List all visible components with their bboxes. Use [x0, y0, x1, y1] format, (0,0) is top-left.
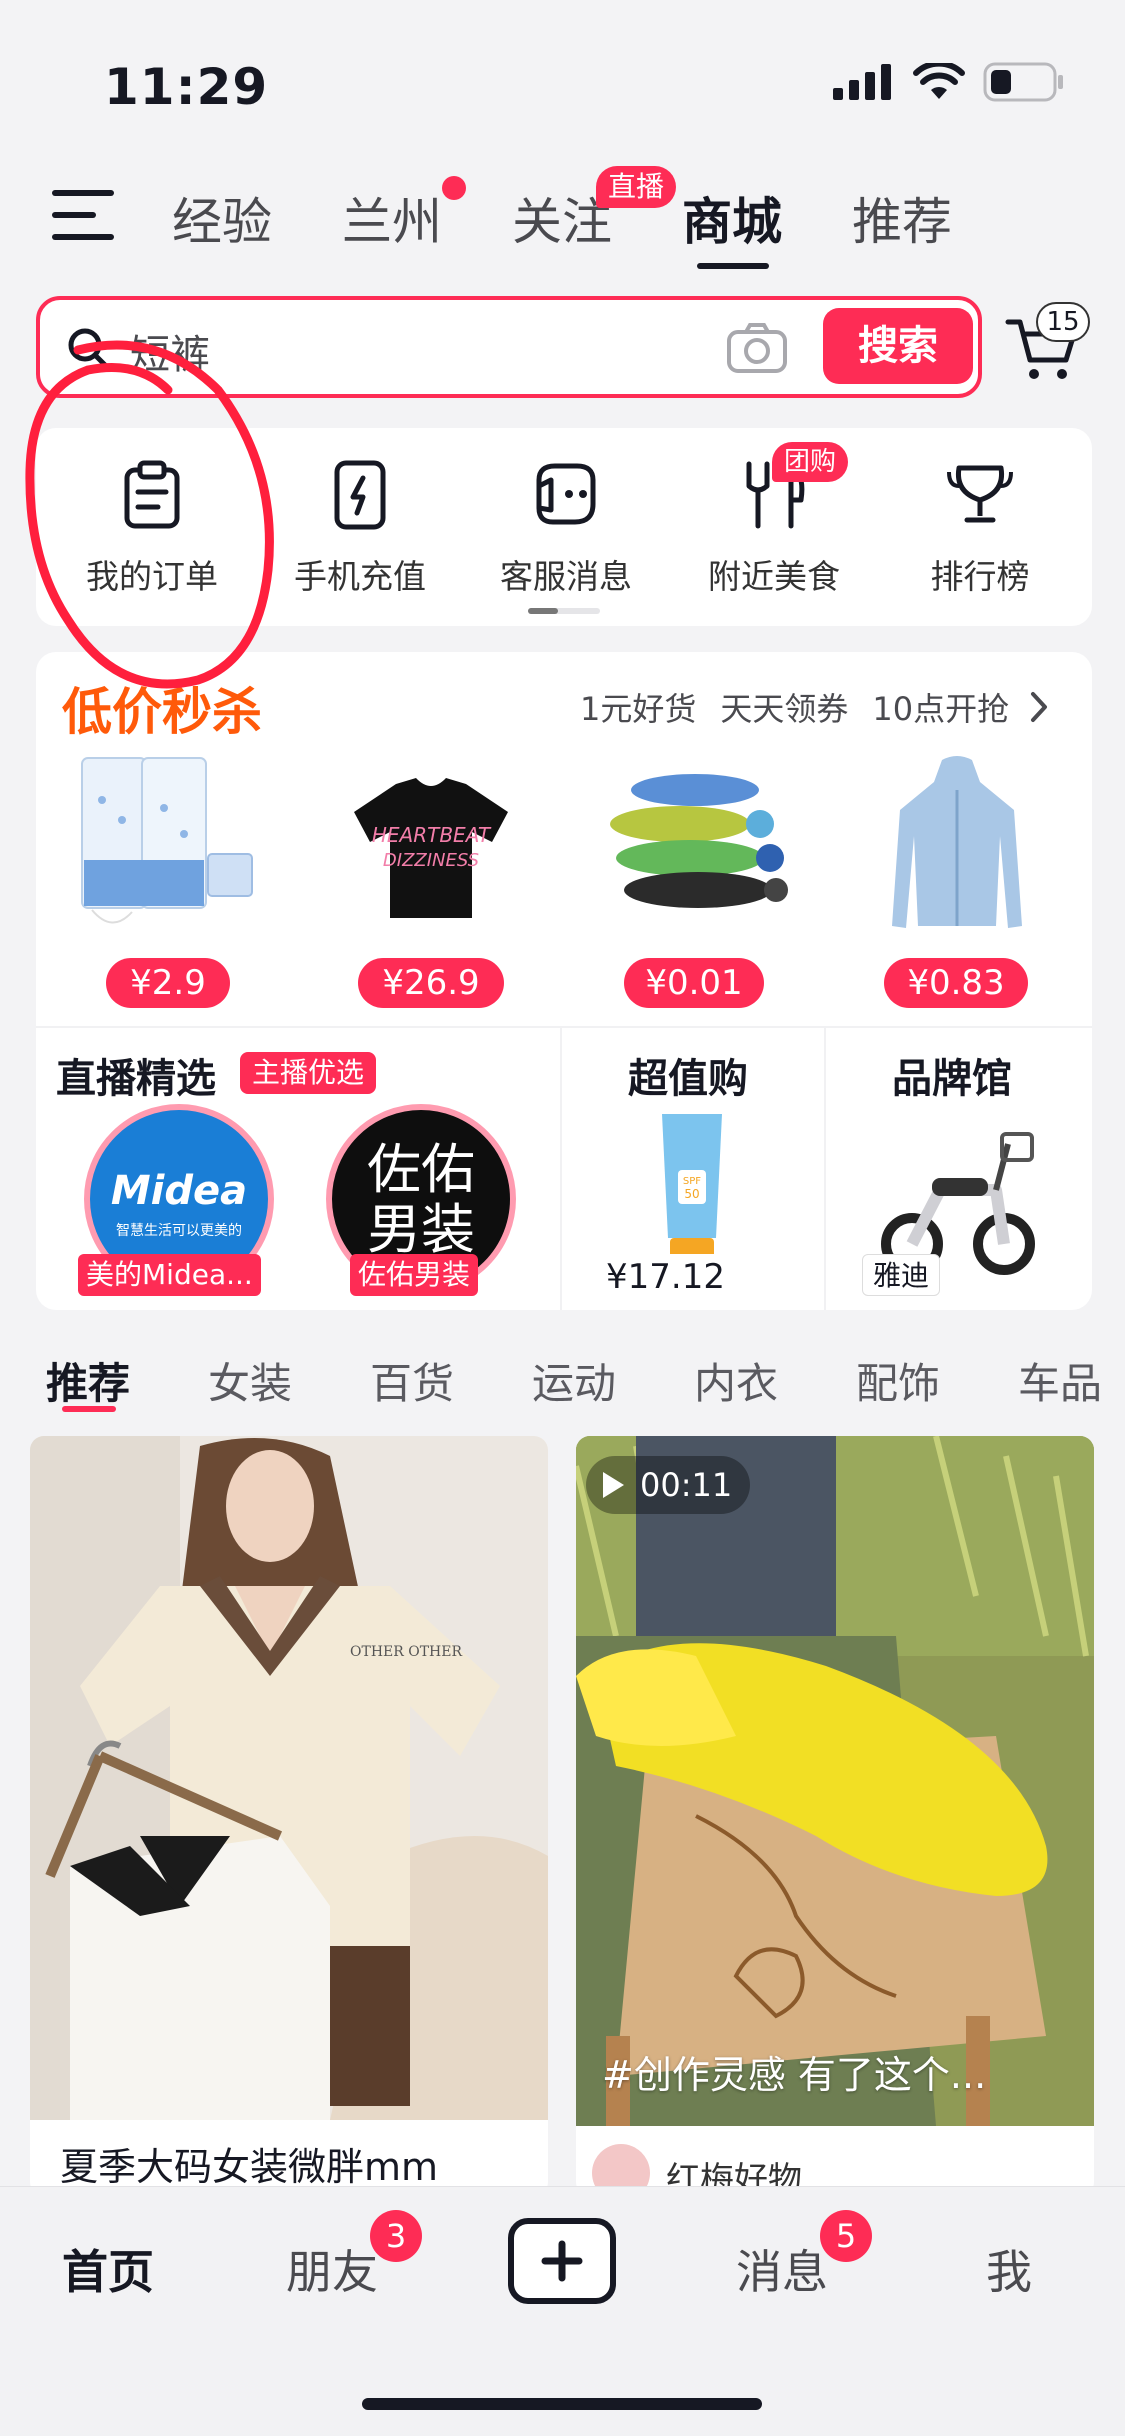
product-image-tissue[interactable]: [72, 750, 262, 940]
svg-text:SPF: SPF: [683, 1176, 701, 1187]
battery-icon: [983, 62, 1063, 102]
category-tab-underwear[interactable]: 内衣: [694, 1350, 778, 1411]
status-time: 11:29: [104, 58, 269, 116]
tab-experience[interactable]: 经验: [172, 182, 272, 254]
category-tab-recommend[interactable]: 推荐: [46, 1350, 130, 1411]
price-tag-3: ¥0.01: [624, 958, 764, 1008]
menu-icon[interactable]: [52, 190, 114, 240]
price-tag-1: ¥2.9: [106, 958, 230, 1008]
midea-logo-text: Midea: [110, 1168, 248, 1214]
video-hashtag-caption[interactable]: #创作灵感 有了这个...: [602, 2044, 986, 2099]
nav-me[interactable]: 我: [986, 2236, 1032, 2302]
nav-home[interactable]: 首页: [62, 2236, 154, 2302]
tshirt-print-line2: DIZZINESS: [383, 850, 479, 871]
live-badge: 直播: [596, 166, 677, 208]
category-tab-women[interactable]: 女装: [208, 1350, 292, 1411]
product-image-garbage-bags[interactable]: [600, 750, 790, 940]
active-tab-underline: [697, 263, 769, 269]
wifi-icon: [913, 63, 965, 99]
signal-icon: [833, 64, 891, 100]
brand-hall-title[interactable]: 品牌馆: [892, 1046, 1012, 1104]
product-image-tshirt[interactable]: HEARTBEAT DIZZINESS: [336, 750, 526, 940]
value-buy-title[interactable]: 超值购: [628, 1046, 748, 1104]
quick-entry-rankings[interactable]: 排行榜: [885, 550, 1075, 598]
feed-card-clothing[interactable]: OTHER OTHER 夏季大码女装微胖mm: [30, 1436, 548, 2196]
phone-recharge-icon: [334, 460, 386, 530]
create-button[interactable]: [508, 2218, 616, 2304]
midea-logo-slogan: 智慧生活可以更美的: [116, 1223, 242, 1239]
price-tag-2: ¥26.9: [358, 958, 504, 1008]
live-select-title[interactable]: 直播精选: [56, 1046, 216, 1104]
video-duration: 00:11: [640, 1466, 733, 1504]
tab-recommend[interactable]: 推荐: [852, 182, 952, 254]
cart-count-badge: 15: [1036, 302, 1090, 342]
value-buy-price: ¥17.12: [596, 1254, 735, 1300]
trophy-icon: [947, 465, 1013, 523]
svg-text:50: 50: [684, 1187, 699, 1201]
camera-icon[interactable]: [726, 322, 788, 374]
chevron-right-icon[interactable]: [1028, 690, 1050, 724]
plus-icon: [541, 2240, 583, 2282]
section-divider: [36, 1026, 1092, 1028]
shirt-print-beige: OTHER OTHER: [350, 1644, 462, 1660]
flash-sale-links[interactable]: 1元好货 天天领券 10点开抢: [580, 684, 1009, 730]
brand-name-label[interactable]: 雅迪: [862, 1254, 941, 1296]
quick-entry-phone-recharge[interactable]: 手机充值: [265, 550, 455, 598]
play-icon: [603, 1472, 624, 1498]
video-duration-badge: 00:11: [586, 1456, 751, 1514]
quick-entry-customer-service[interactable]: 客服消息: [471, 550, 661, 598]
shop-label-midea[interactable]: 美的Midea...: [78, 1254, 261, 1296]
status-icons: [833, 62, 1065, 102]
quick-entry-nearby-food[interactable]: 附近美食: [679, 550, 869, 598]
home-indicator: [362, 2398, 762, 2410]
section-divider: [560, 1026, 562, 1310]
customer-service-icon: [536, 463, 596, 525]
feed-video-thumbnail: [576, 1436, 1094, 2126]
friends-badge: 3: [370, 2210, 422, 2262]
section-divider: [824, 1026, 826, 1310]
category-tab-accessories[interactable]: 配饰: [856, 1350, 940, 1411]
category-tab-sports[interactable]: 运动: [532, 1350, 616, 1411]
nav-messages[interactable]: 消息: [736, 2236, 828, 2302]
zuoyou-logo-text: 佐佑男装: [367, 1138, 475, 1261]
notification-dot: [442, 176, 466, 200]
group-buy-badge: 团购: [772, 442, 849, 482]
tshirt-print-line1: HEARTBEAT: [372, 823, 492, 847]
flash-link-1yuan[interactable]: 1元好货: [580, 684, 696, 730]
anchor-pick-badge: 主播优选: [240, 1052, 377, 1094]
product-image-sun-jacket[interactable]: [862, 750, 1052, 940]
annotation-circle-mark: [25, 340, 274, 689]
category-tab-car[interactable]: 车品: [1018, 1350, 1102, 1411]
nav-friends[interactable]: 朋友: [286, 2236, 378, 2302]
search-button[interactable]: 搜索: [823, 308, 973, 384]
category-tab-underline: [62, 1406, 116, 1412]
feed-image-clothing: OTHER OTHER: [30, 1436, 548, 2120]
quick-entries-scroll-indicator: [528, 608, 600, 614]
flash-link-10am[interactable]: 10点开抢: [872, 684, 1009, 730]
category-tab-general[interactable]: 百货: [370, 1350, 454, 1411]
shop-label-zuoyou[interactable]: 佐佑男装: [350, 1254, 479, 1296]
tab-mall[interactable]: 商城: [682, 182, 782, 254]
messages-badge: 5: [820, 2210, 872, 2262]
tab-lanzhou[interactable]: 兰州: [342, 182, 442, 254]
price-tag-4: ¥0.83: [884, 958, 1028, 1008]
feed-title-clothing[interactable]: 夏季大码女装微胖mm: [60, 2136, 438, 2191]
flash-link-coupons[interactable]: 天天领券: [720, 684, 848, 730]
